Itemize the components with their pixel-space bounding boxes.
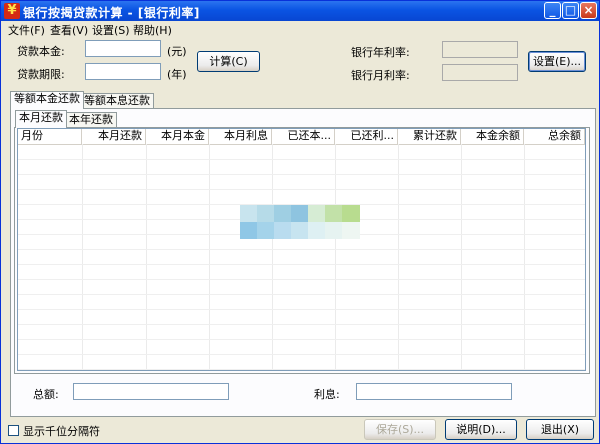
term-input[interactable] [85,63,161,80]
table-header: 月份 本月还款 本月本金 本月利息 已还本... 已还利... 累计还款 本金余… [18,129,585,145]
table-column-divider [272,144,273,370]
table-row-divider [18,354,585,355]
total-field[interactable] [73,383,229,400]
table-row-divider [18,249,585,250]
tab-equal-principal[interactable]: 等额本金还款 [10,91,84,109]
watermark-block [291,222,308,239]
menu-bar: 文件(F) 查看(V) 设置(S) 帮助(H) [1,21,599,37]
principal-label: 贷款本金: [17,45,65,58]
table-row-divider [18,324,585,325]
monthly-rate-label: 银行月利率: [351,69,410,82]
table-row-divider [18,369,585,370]
watermark-block [291,205,308,222]
table-column-divider [398,144,399,370]
table-column-divider [146,144,147,370]
watermark-block [274,222,291,239]
annual-rate-label: 银行年利率: [351,46,410,59]
window-title: 银行按揭贷款计算 - [银行利率] [23,6,200,20]
table-row-divider [18,264,585,265]
tab-monthly-payment[interactable]: 本月还款 [15,110,67,128]
watermark-block [308,205,325,222]
principal-input[interactable] [85,40,161,57]
monthly-rate-field[interactable] [442,64,518,81]
save-button[interactable]: 保存(S)... [364,419,436,440]
payment-table[interactable]: 月份 本月还款 本月本金 本月利息 已还本... 已还利... 累计还款 本金余… [17,128,586,371]
thousands-separator-checkbox[interactable] [8,425,19,436]
tab-equal-installment[interactable]: 等额本息还款 [80,93,154,109]
menu-help[interactable]: 帮助(H) [133,22,172,38]
annual-rate-field[interactable] [442,41,518,58]
col-monthly-interest[interactable]: 本月利息 [209,129,272,144]
yuan-app-icon[interactable]: ¥ [4,3,20,19]
col-monthly-payment[interactable]: 本月还款 [82,129,146,144]
maximize-button[interactable]: □ [562,2,579,19]
title-bar[interactable]: ¥ 银行按揭贷款计算 - [银行利率] _ □ × [1,1,599,21]
table-row-divider [18,294,585,295]
thousands-separator-label[interactable]: 显示千位分隔符 [23,423,100,439]
col-principal-balance[interactable]: 本金余额 [461,129,524,144]
main-window: ¥ 银行按揭贷款计算 - [银行利率] _ □ × 文件(F) 查看(V) 设置… [0,0,600,444]
exit-button[interactable]: 退出(X) [526,419,594,440]
col-cumulative-payment[interactable]: 累计还款 [398,129,461,144]
table-row-divider [18,339,585,340]
table-column-divider [524,144,525,370]
col-month[interactable]: 月份 [18,129,82,144]
table-column-divider [209,144,210,370]
watermark-block [342,222,360,239]
table-row-divider [18,159,585,160]
total-label: 总额: [33,388,59,401]
tab-yearly-payment[interactable]: 本年还款 [65,112,117,128]
watermark-block [240,205,257,222]
interest-label: 利息: [314,388,340,401]
watermark-block [325,205,342,222]
table-row-divider [18,189,585,190]
watermark-block [342,205,360,222]
interest-field[interactable] [356,383,512,400]
table-column-divider [82,144,83,370]
watermark-block [240,222,257,239]
col-monthly-principal[interactable]: 本月本金 [146,129,209,144]
calculate-button[interactable]: 计算(C) [197,51,260,72]
term-unit: (年) [167,68,187,81]
watermark-block [257,205,274,222]
table-row-divider [18,279,585,280]
col-paid-principal[interactable]: 已还本... [272,129,335,144]
table-row-divider [18,174,585,175]
close-icon: × [583,3,594,17]
table-column-divider [335,144,336,370]
close-button[interactable]: × [580,2,597,19]
menu-file[interactable]: 文件(F) [8,22,45,38]
minimize-icon: _ [549,3,556,17]
table-row-divider [18,309,585,310]
settings-button[interactable]: 设置(E)... [528,51,586,72]
watermark-block [257,222,274,239]
col-total-balance[interactable]: 总余额 [524,129,585,144]
menu-settings[interactable]: 设置(S) [92,22,130,38]
maximize-icon: □ [564,3,577,17]
col-paid-interest[interactable]: 已还利... [335,129,398,144]
watermark-block [325,222,342,239]
term-label: 贷款期限: [17,68,65,81]
minimize-button[interactable]: _ [544,2,561,19]
principal-unit: (元) [167,45,187,58]
help-button[interactable]: 说明(D)... [445,419,517,440]
table-column-divider [461,144,462,370]
watermark-block [308,222,325,239]
menu-view[interactable]: 查看(V) [50,22,88,38]
watermark-block [274,205,291,222]
